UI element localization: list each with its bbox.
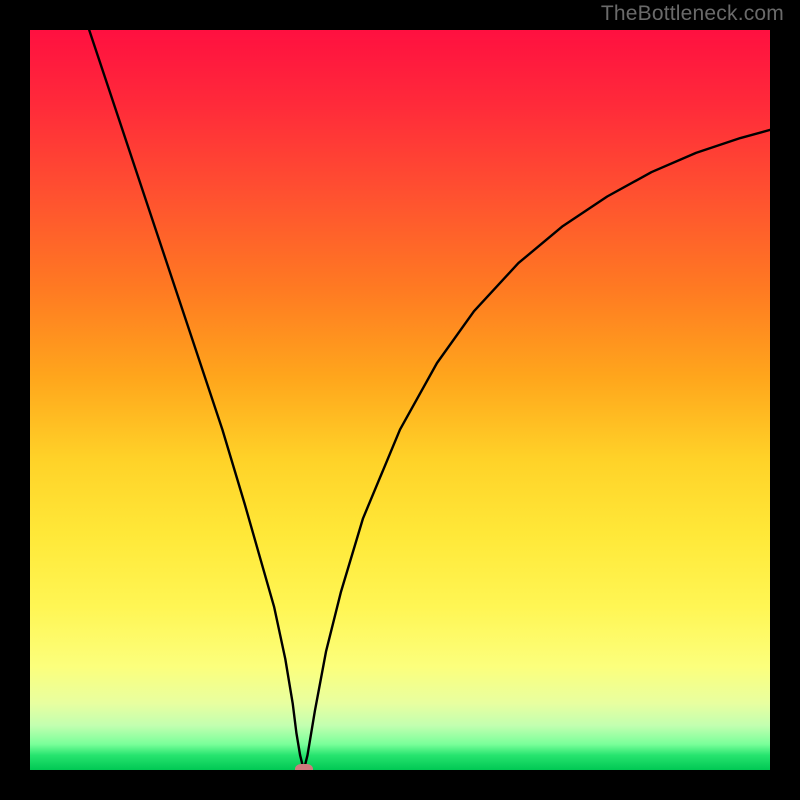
min-marker	[295, 764, 313, 770]
plot-area	[30, 30, 770, 770]
curve-path	[89, 30, 770, 770]
attribution-text: TheBottleneck.com	[601, 2, 784, 26]
chart-container: TheBottleneck.com	[0, 0, 800, 800]
curve-svg	[30, 30, 770, 770]
